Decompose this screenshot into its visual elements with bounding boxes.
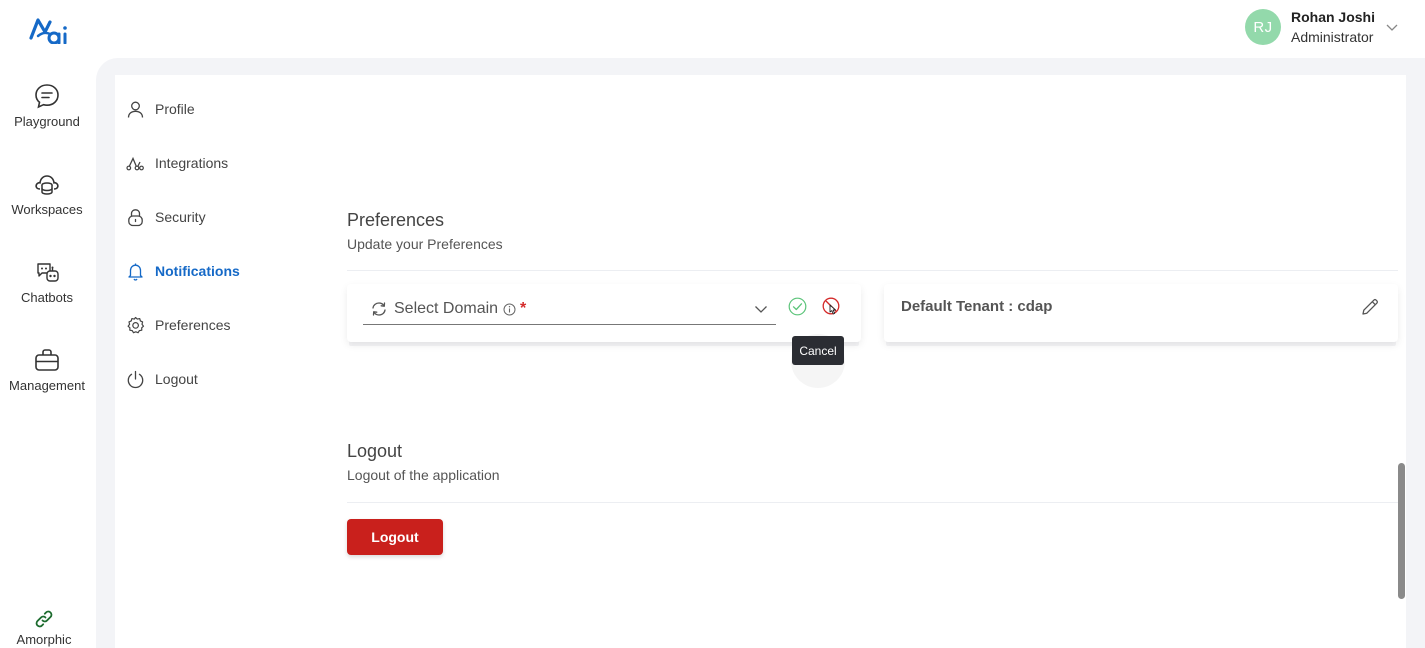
bell-icon bbox=[128, 263, 143, 281]
settings-panel bbox=[115, 75, 1406, 648]
logout-title: Logout bbox=[347, 441, 403, 461]
divider bbox=[347, 502, 1398, 503]
rail-item-management[interactable]: Management bbox=[0, 346, 94, 393]
preferences-title: Preferences bbox=[347, 210, 445, 230]
logout-subtitle: Logout of the application bbox=[347, 467, 500, 483]
rail-item-workspaces[interactable]: Workspaces bbox=[0, 170, 94, 217]
menu-item-preferences[interactable]: Preferences bbox=[126, 314, 230, 336]
preferences-subtitle: Update your Preferences bbox=[347, 236, 503, 252]
menu-item-notifications[interactable]: Notifications bbox=[126, 260, 240, 282]
cancel-icon[interactable] bbox=[821, 297, 841, 317]
menu-item-logout[interactable]: Logout bbox=[126, 368, 198, 390]
menu-label: Notifications bbox=[155, 263, 240, 279]
menu-label: Integrations bbox=[155, 155, 229, 171]
rail-label: Management bbox=[9, 378, 85, 393]
menu-label: Preferences bbox=[155, 317, 231, 333]
chevron-down-icon[interactable] bbox=[754, 302, 768, 316]
amorphic-link[interactable]: Amorphic bbox=[0, 608, 88, 647]
power-icon bbox=[127, 370, 144, 388]
rail-label: Playground bbox=[14, 114, 80, 129]
default-tenant-label: Default Tenant : cdap bbox=[901, 298, 1053, 315]
divider bbox=[347, 270, 1398, 271]
scrollbar-thumb[interactable] bbox=[1398, 463, 1405, 599]
briefcase-icon bbox=[35, 349, 59, 371]
lock-icon bbox=[128, 208, 143, 226]
user-role: Administrator bbox=[1290, 29, 1374, 45]
rail-item-chatbots[interactable]: Chatbots bbox=[0, 258, 94, 305]
chat-bubble-icon bbox=[35, 84, 59, 109]
refresh-icon[interactable] bbox=[370, 300, 388, 318]
menu-label: Logout bbox=[155, 371, 198, 387]
avatar: RJ bbox=[1244, 9, 1281, 45]
rail-item-playground[interactable]: Playground bbox=[0, 82, 94, 129]
rail-label: Workspaces bbox=[11, 202, 83, 217]
menu-item-profile[interactable]: Profile bbox=[126, 98, 195, 120]
domain-select[interactable]: Select Domain * bbox=[363, 294, 776, 325]
user-menu[interactable]: RJ Rohan Joshi Administrator bbox=[1244, 8, 1399, 46]
link-icon bbox=[35, 610, 53, 628]
domain-select-placeholder: Select Domain bbox=[394, 300, 499, 317]
rail-label: Chatbots bbox=[20, 290, 74, 305]
database-cloud-icon bbox=[35, 175, 59, 195]
nav-rail: Playground Workspaces Chatbots Managemen… bbox=[0, 60, 94, 648]
user-name: Rohan Joshi bbox=[1290, 9, 1375, 25]
chatbot-icon bbox=[37, 263, 59, 282]
brand-logo bbox=[29, 18, 67, 44]
menu-label: Security bbox=[155, 209, 206, 225]
chevron-down-icon[interactable] bbox=[1385, 20, 1399, 34]
menu-item-security[interactable]: Security bbox=[126, 206, 206, 228]
user-icon bbox=[127, 101, 144, 118]
confirm-check-icon[interactable] bbox=[788, 297, 807, 316]
amorphic-label: Amorphic bbox=[16, 632, 72, 647]
integrations-icon bbox=[126, 156, 144, 170]
info-icon[interactable] bbox=[503, 303, 516, 316]
menu-item-integrations[interactable]: Integrations bbox=[126, 152, 228, 174]
logout-button[interactable]: Logout bbox=[347, 519, 443, 555]
gear-icon bbox=[127, 316, 145, 333]
cancel-tooltip: Cancel bbox=[792, 336, 844, 365]
required-mark: * bbox=[520, 300, 527, 317]
pencil-icon[interactable] bbox=[1360, 297, 1380, 317]
menu-label: Profile bbox=[155, 101, 195, 117]
